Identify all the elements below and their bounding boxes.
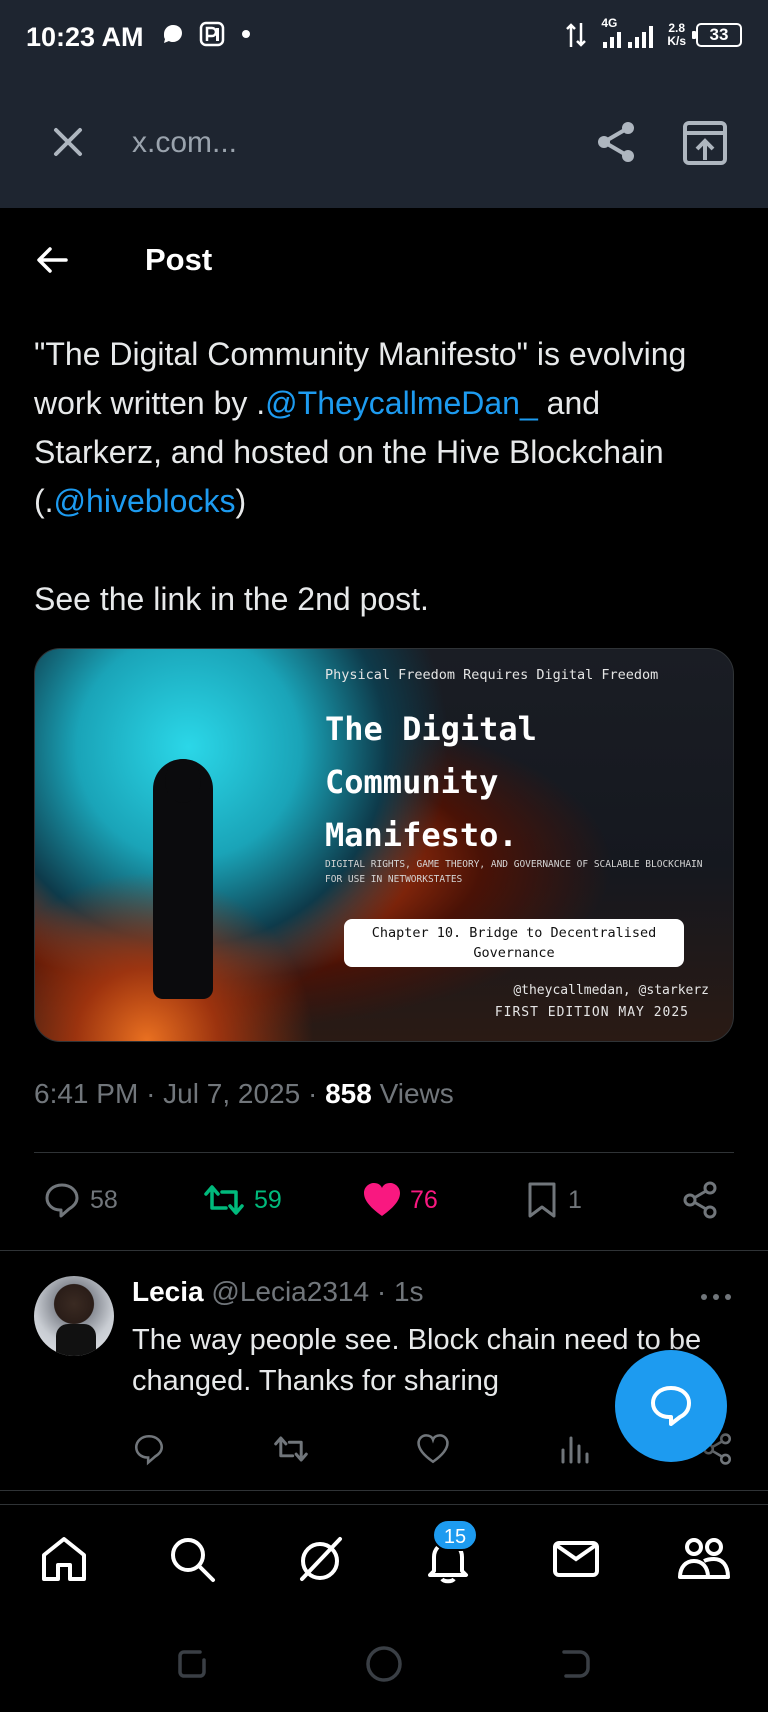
- repost-button[interactable]: 59: [202, 1180, 282, 1220]
- reply-icon: [45, 1183, 79, 1218]
- signal-group: 4G: [597, 16, 657, 50]
- post-text-part: See the link in the 2nd post.: [34, 581, 429, 617]
- signal-icon: [603, 26, 654, 48]
- bookmark-count: 1: [568, 1185, 582, 1214]
- recent-apps-icon[interactable]: [172, 1644, 212, 1684]
- reply-author-name[interactable]: Lecia: [132, 1276, 204, 1307]
- bookmark-icon: [528, 1182, 556, 1218]
- status-time: 10:23 AM: [26, 22, 144, 52]
- image-figure-head: [165, 759, 201, 803]
- back-arrow-icon[interactable]: [34, 242, 70, 278]
- close-icon[interactable]: [44, 118, 92, 166]
- divider: [0, 1490, 768, 1491]
- dot-icon: [242, 30, 250, 38]
- grok-icon[interactable]: [292, 1531, 348, 1587]
- reply-time: 1s: [393, 1276, 424, 1307]
- post-text-part: ): [235, 483, 247, 519]
- home-icon[interactable]: [36, 1531, 92, 1587]
- post-date: Jul 7, 2025: [163, 1078, 301, 1109]
- image-tagline: Physical Freedom Requires Digital Freedo…: [325, 667, 659, 683]
- messages-icon[interactable]: [548, 1531, 604, 1587]
- avatar[interactable]: [34, 1276, 114, 1356]
- repost-count: 59: [254, 1185, 282, 1214]
- image-text-block: Physical Freedom Requires Digital Freedo…: [325, 649, 725, 1041]
- compose-reply-button[interactable]: [615, 1350, 727, 1462]
- divider: [34, 1152, 734, 1153]
- notifications-badge: 15: [432, 1519, 478, 1551]
- post-meta: 6:41 PM · Jul 7, 2025 · 858 Views: [34, 1078, 454, 1110]
- url-text[interactable]: x.com...: [132, 126, 237, 160]
- reply-header: Lecia @Lecia2314 · 1s: [132, 1276, 424, 1308]
- share-icon[interactable]: [592, 118, 640, 166]
- reply-button[interactable]: 58: [42, 1180, 118, 1220]
- views-count: 858: [325, 1078, 372, 1109]
- repost-icon[interactable]: [272, 1432, 310, 1466]
- meta-separator: ·: [307, 1078, 326, 1109]
- meta-separator: ·: [146, 1078, 164, 1109]
- post-header: Post: [0, 230, 768, 290]
- share-post-button[interactable]: [680, 1180, 720, 1220]
- chat-bubble-icon: [651, 1386, 691, 1426]
- post-actions: 58 59 76 1: [34, 1180, 734, 1228]
- image-authors: @theycallmedan, @starkerz: [513, 983, 709, 998]
- image-subtitle: DIGITAL RIGHTS, GAME THEORY, AND GOVERNA…: [325, 859, 703, 885]
- divider: [0, 1250, 768, 1251]
- heart-icon[interactable]: [416, 1432, 450, 1466]
- more-options-icon[interactable]: [698, 1282, 734, 1312]
- page-title: Post: [145, 242, 213, 277]
- status-right: 4G 2.8 K/s 33: [565, 16, 742, 50]
- app-notification-icon: [199, 21, 225, 47]
- post-text: "The Digital Community Manifesto" is evo…: [34, 330, 734, 624]
- top-bars: 10:23 AM 4G 2.8 K/s 33 x.com...: [0, 0, 768, 208]
- browser-bar: x.com...: [0, 96, 768, 192]
- mention-link[interactable]: @hiveblocks: [54, 483, 236, 519]
- bookmark-button[interactable]: 1: [524, 1180, 582, 1220]
- views-label: Views: [379, 1078, 454, 1109]
- net-speed: 2.8 K/s: [667, 22, 686, 48]
- chat-bubble-icon: [164, 25, 182, 43]
- image-title: The Digital Community Manifesto.: [325, 710, 537, 854]
- back-nav-icon[interactable]: [556, 1644, 596, 1684]
- status-notification-icons: [160, 20, 254, 48]
- reply-author-handle[interactable]: @Lecia2314: [211, 1276, 369, 1307]
- status-bar: 10:23 AM 4G 2.8 K/s 33: [0, 0, 768, 76]
- share-icon: [683, 1181, 717, 1219]
- mention-link[interactable]: @TheycallmeDan_: [265, 385, 538, 421]
- data-transfer-icon: [566, 23, 587, 47]
- reply-count: 58: [90, 1185, 118, 1214]
- home-circle-icon[interactable]: [364, 1644, 404, 1684]
- like-button[interactable]: 76: [362, 1180, 438, 1220]
- post-time: 6:41 PM: [34, 1078, 139, 1109]
- meta-separator: ·: [376, 1276, 394, 1307]
- analytics-icon[interactable]: [558, 1432, 592, 1466]
- heart-filled-icon: [364, 1183, 400, 1216]
- like-count: 76: [410, 1185, 438, 1214]
- system-nav: [0, 1614, 768, 1712]
- battery-indicator: 33: [692, 23, 742, 47]
- bottom-nav: 15: [0, 1504, 768, 1614]
- image-edition: FIRST EDITION MAY 2025: [494, 1005, 689, 1020]
- image-chapter-label: Chapter 10. Bridge to Decentralised Gove…: [344, 919, 684, 967]
- search-icon[interactable]: [164, 1531, 220, 1587]
- open-in-app-icon[interactable]: [680, 118, 730, 168]
- net-speed-unit: K/s: [667, 34, 686, 48]
- reply-icon[interactable]: [132, 1432, 166, 1466]
- communities-icon[interactable]: [676, 1531, 732, 1587]
- post-image[interactable]: Physical Freedom Requires Digital Freedo…: [34, 648, 734, 1042]
- repost-icon: [204, 1185, 244, 1215]
